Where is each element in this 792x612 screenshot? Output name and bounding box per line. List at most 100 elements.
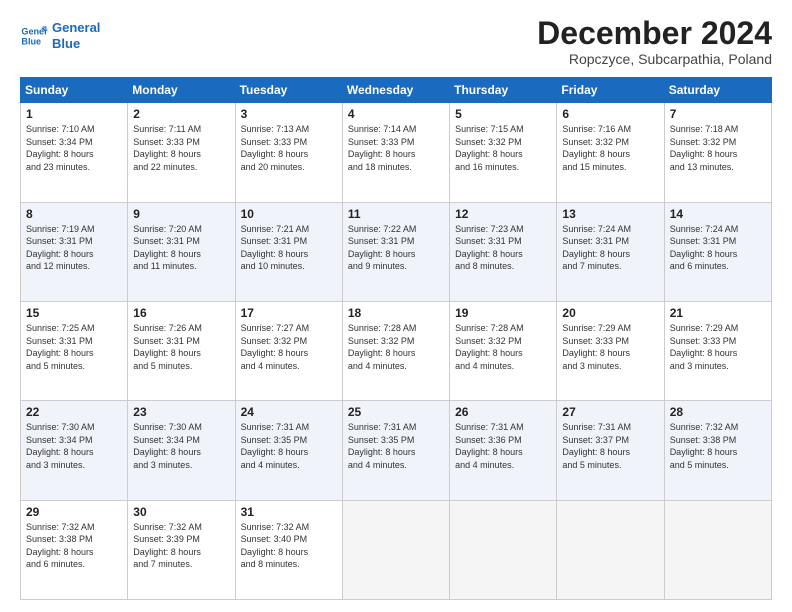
day-cell: 15 Sunrise: 7:25 AM Sunset: 3:31 PM Dayl… — [21, 301, 128, 400]
day-info: Sunrise: 7:32 AM Sunset: 3:39 PM Dayligh… — [133, 521, 229, 571]
day-number: 18 — [348, 306, 444, 320]
day-cell: 14 Sunrise: 7:24 AM Sunset: 3:31 PM Dayl… — [664, 202, 771, 301]
day-info: Sunrise: 7:19 AM Sunset: 3:31 PM Dayligh… — [26, 223, 122, 273]
logo-text: General Blue — [52, 20, 100, 51]
day-info: Sunrise: 7:30 AM Sunset: 3:34 PM Dayligh… — [133, 421, 229, 471]
day-number: 20 — [562, 306, 658, 320]
header-row: Sunday Monday Tuesday Wednesday Thursday… — [21, 78, 772, 103]
day-info: Sunrise: 7:27 AM Sunset: 3:32 PM Dayligh… — [241, 322, 337, 372]
day-info: Sunrise: 7:30 AM Sunset: 3:34 PM Dayligh… — [26, 421, 122, 471]
col-saturday: Saturday — [664, 78, 771, 103]
day-cell: 6 Sunrise: 7:16 AM Sunset: 3:32 PM Dayli… — [557, 103, 664, 202]
day-number: 10 — [241, 207, 337, 221]
day-info: Sunrise: 7:31 AM Sunset: 3:35 PM Dayligh… — [241, 421, 337, 471]
day-cell — [557, 500, 664, 599]
day-info: Sunrise: 7:32 AM Sunset: 3:38 PM Dayligh… — [26, 521, 122, 571]
day-number: 2 — [133, 107, 229, 121]
day-number: 14 — [670, 207, 766, 221]
page: General Blue General Blue December 2024 … — [0, 0, 792, 612]
day-cell: 3 Sunrise: 7:13 AM Sunset: 3:33 PM Dayli… — [235, 103, 342, 202]
day-info: Sunrise: 7:13 AM Sunset: 3:33 PM Dayligh… — [241, 123, 337, 173]
day-cell: 19 Sunrise: 7:28 AM Sunset: 3:32 PM Dayl… — [450, 301, 557, 400]
day-info: Sunrise: 7:23 AM Sunset: 3:31 PM Dayligh… — [455, 223, 551, 273]
day-number: 25 — [348, 405, 444, 419]
day-cell: 8 Sunrise: 7:19 AM Sunset: 3:31 PM Dayli… — [21, 202, 128, 301]
day-cell: 25 Sunrise: 7:31 AM Sunset: 3:35 PM Dayl… — [342, 401, 449, 500]
day-info: Sunrise: 7:31 AM Sunset: 3:36 PM Dayligh… — [455, 421, 551, 471]
day-cell: 26 Sunrise: 7:31 AM Sunset: 3:36 PM Dayl… — [450, 401, 557, 500]
day-cell: 9 Sunrise: 7:20 AM Sunset: 3:31 PM Dayli… — [128, 202, 235, 301]
day-info: Sunrise: 7:11 AM Sunset: 3:33 PM Dayligh… — [133, 123, 229, 173]
day-cell: 18 Sunrise: 7:28 AM Sunset: 3:32 PM Dayl… — [342, 301, 449, 400]
col-thursday: Thursday — [450, 78, 557, 103]
day-cell: 7 Sunrise: 7:18 AM Sunset: 3:32 PM Dayli… — [664, 103, 771, 202]
day-cell: 20 Sunrise: 7:29 AM Sunset: 3:33 PM Dayl… — [557, 301, 664, 400]
day-info: Sunrise: 7:32 AM Sunset: 3:40 PM Dayligh… — [241, 521, 337, 571]
day-number: 30 — [133, 505, 229, 519]
day-cell: 29 Sunrise: 7:32 AM Sunset: 3:38 PM Dayl… — [21, 500, 128, 599]
day-number: 19 — [455, 306, 551, 320]
col-wednesday: Wednesday — [342, 78, 449, 103]
day-number: 15 — [26, 306, 122, 320]
day-number: 3 — [241, 107, 337, 121]
day-info: Sunrise: 7:24 AM Sunset: 3:31 PM Dayligh… — [562, 223, 658, 273]
logo-line1: General — [52, 20, 100, 35]
day-number: 13 — [562, 207, 658, 221]
day-number: 12 — [455, 207, 551, 221]
title-section: December 2024 Ropczyce, Subcarpathia, Po… — [537, 16, 772, 67]
day-info: Sunrise: 7:16 AM Sunset: 3:32 PM Dayligh… — [562, 123, 658, 173]
day-number: 9 — [133, 207, 229, 221]
day-cell: 5 Sunrise: 7:15 AM Sunset: 3:32 PM Dayli… — [450, 103, 557, 202]
week-row-4: 22 Sunrise: 7:30 AM Sunset: 3:34 PM Dayl… — [21, 401, 772, 500]
col-sunday: Sunday — [21, 78, 128, 103]
col-tuesday: Tuesday — [235, 78, 342, 103]
day-info: Sunrise: 7:26 AM Sunset: 3:31 PM Dayligh… — [133, 322, 229, 372]
week-row-1: 1 Sunrise: 7:10 AM Sunset: 3:34 PM Dayli… — [21, 103, 772, 202]
day-info: Sunrise: 7:29 AM Sunset: 3:33 PM Dayligh… — [670, 322, 766, 372]
day-cell: 23 Sunrise: 7:30 AM Sunset: 3:34 PM Dayl… — [128, 401, 235, 500]
day-info: Sunrise: 7:20 AM Sunset: 3:31 PM Dayligh… — [133, 223, 229, 273]
day-number: 11 — [348, 207, 444, 221]
week-row-2: 8 Sunrise: 7:19 AM Sunset: 3:31 PM Dayli… — [21, 202, 772, 301]
day-number: 28 — [670, 405, 766, 419]
day-info: Sunrise: 7:28 AM Sunset: 3:32 PM Dayligh… — [455, 322, 551, 372]
col-monday: Monday — [128, 78, 235, 103]
week-row-5: 29 Sunrise: 7:32 AM Sunset: 3:38 PM Dayl… — [21, 500, 772, 599]
day-cell: 21 Sunrise: 7:29 AM Sunset: 3:33 PM Dayl… — [664, 301, 771, 400]
day-number: 27 — [562, 405, 658, 419]
day-cell: 13 Sunrise: 7:24 AM Sunset: 3:31 PM Dayl… — [557, 202, 664, 301]
day-info: Sunrise: 7:14 AM Sunset: 3:33 PM Dayligh… — [348, 123, 444, 173]
svg-text:Blue: Blue — [21, 36, 41, 46]
day-info: Sunrise: 7:28 AM Sunset: 3:32 PM Dayligh… — [348, 322, 444, 372]
day-cell: 17 Sunrise: 7:27 AM Sunset: 3:32 PM Dayl… — [235, 301, 342, 400]
day-info: Sunrise: 7:31 AM Sunset: 3:35 PM Dayligh… — [348, 421, 444, 471]
day-cell — [450, 500, 557, 599]
calendar-table: Sunday Monday Tuesday Wednesday Thursday… — [20, 77, 772, 600]
day-cell: 11 Sunrise: 7:22 AM Sunset: 3:31 PM Dayl… — [342, 202, 449, 301]
day-info: Sunrise: 7:25 AM Sunset: 3:31 PM Dayligh… — [26, 322, 122, 372]
day-number: 4 — [348, 107, 444, 121]
day-number: 7 — [670, 107, 766, 121]
day-number: 24 — [241, 405, 337, 419]
header: General Blue General Blue December 2024 … — [20, 16, 772, 67]
day-info: Sunrise: 7:32 AM Sunset: 3:38 PM Dayligh… — [670, 421, 766, 471]
day-cell: 2 Sunrise: 7:11 AM Sunset: 3:33 PM Dayli… — [128, 103, 235, 202]
day-info: Sunrise: 7:24 AM Sunset: 3:31 PM Dayligh… — [670, 223, 766, 273]
day-number: 31 — [241, 505, 337, 519]
day-info: Sunrise: 7:21 AM Sunset: 3:31 PM Dayligh… — [241, 223, 337, 273]
day-number: 21 — [670, 306, 766, 320]
day-info: Sunrise: 7:29 AM Sunset: 3:33 PM Dayligh… — [562, 322, 658, 372]
week-row-3: 15 Sunrise: 7:25 AM Sunset: 3:31 PM Dayl… — [21, 301, 772, 400]
day-number: 22 — [26, 405, 122, 419]
day-cell: 10 Sunrise: 7:21 AM Sunset: 3:31 PM Dayl… — [235, 202, 342, 301]
logo-line2: Blue — [52, 36, 80, 51]
day-cell: 22 Sunrise: 7:30 AM Sunset: 3:34 PM Dayl… — [21, 401, 128, 500]
day-info: Sunrise: 7:18 AM Sunset: 3:32 PM Dayligh… — [670, 123, 766, 173]
day-number: 26 — [455, 405, 551, 419]
logo-icon: General Blue — [20, 22, 48, 50]
day-info: Sunrise: 7:10 AM Sunset: 3:34 PM Dayligh… — [26, 123, 122, 173]
day-number: 29 — [26, 505, 122, 519]
day-number: 8 — [26, 207, 122, 221]
day-cell: 1 Sunrise: 7:10 AM Sunset: 3:34 PM Dayli… — [21, 103, 128, 202]
day-number: 16 — [133, 306, 229, 320]
